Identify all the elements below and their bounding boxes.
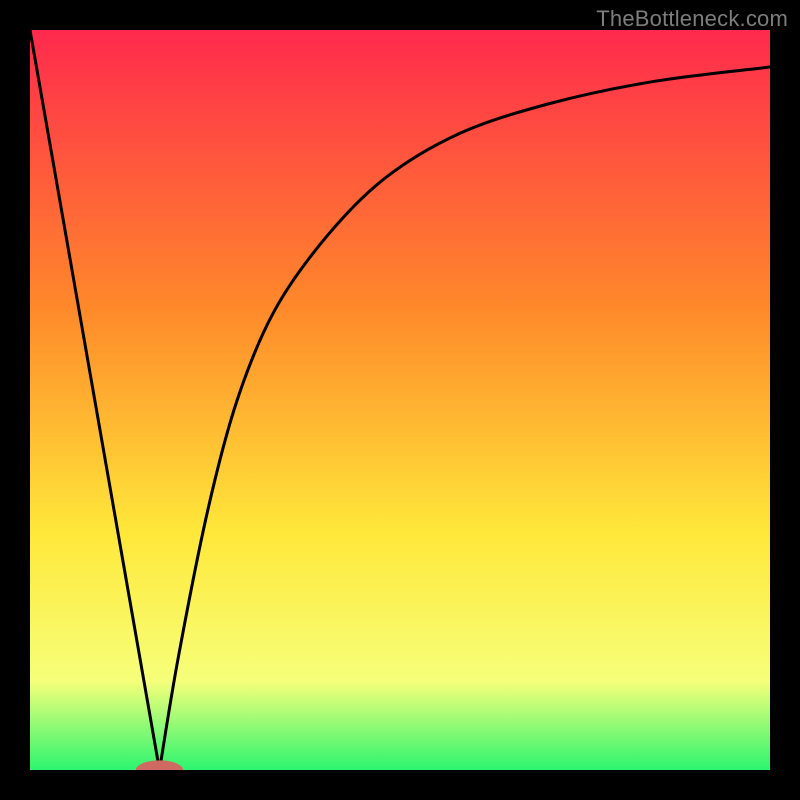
plot-area <box>30 30 770 770</box>
chart-frame: TheBottleneck.com <box>0 0 800 800</box>
watermark-text: TheBottleneck.com <box>596 6 788 32</box>
chart-svg <box>30 30 770 770</box>
